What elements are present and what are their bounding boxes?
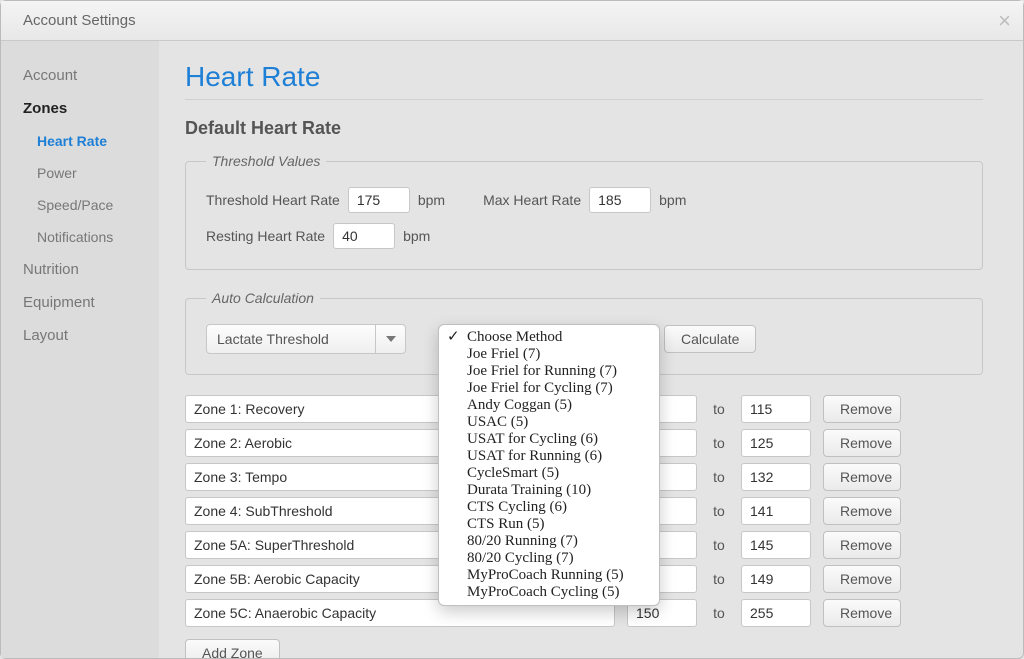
resting-hr-unit: bpm (403, 228, 430, 244)
method-option[interactable]: CTS Cycling (6) (439, 499, 659, 516)
sidebar-sub-power[interactable]: Power (1, 157, 159, 189)
method-option[interactable]: USAT for Cycling (6) (439, 431, 659, 448)
method-option[interactable]: Andy Coggan (5) (439, 397, 659, 414)
method-option[interactable]: USAC (5) (439, 414, 659, 431)
section-title: Default Heart Rate (185, 118, 983, 139)
sidebar-sub-speed-pace[interactable]: Speed/Pace (1, 189, 159, 221)
sidebar-item-nutrition[interactable]: Nutrition (1, 253, 159, 286)
threshold-legend: Threshold Values (206, 153, 326, 169)
sidebar: Account Zones Heart Rate Power Speed/Pac… (1, 41, 159, 658)
zone-to-label: to (709, 537, 729, 553)
method-option[interactable]: Joe Friel for Running (7) (439, 363, 659, 380)
main-layout: Account Zones Heart Rate Power Speed/Pac… (1, 41, 1023, 658)
method-option[interactable]: Durata Training (10) (439, 482, 659, 499)
content-area: Heart Rate Default Heart Rate Threshold … (159, 41, 1023, 658)
max-hr-label: Max Heart Rate (483, 192, 581, 208)
method-option[interactable]: 80/20 Running (7) (439, 533, 659, 550)
remove-zone-button[interactable]: Remove (823, 531, 901, 559)
threshold-hr-label: Threshold Heart Rate (206, 192, 340, 208)
sidebar-item-layout[interactable]: Layout (1, 319, 159, 352)
sidebar-item-zones[interactable]: Zones (1, 92, 159, 125)
zone-to-input[interactable] (741, 497, 811, 525)
method-option[interactable]: CycleSmart (5) (439, 465, 659, 482)
auto-calc-legend: Auto Calculation (206, 290, 320, 306)
page-title: Heart Rate (185, 61, 983, 100)
remove-zone-button[interactable]: Remove (823, 599, 901, 627)
close-icon[interactable]: × (998, 8, 1011, 34)
zone-to-input[interactable] (741, 429, 811, 457)
method-option[interactable]: Joe Friel for Cycling (7) (439, 380, 659, 397)
auto-calc-fieldset: Auto Calculation Lactate Threshold Calcu… (185, 290, 983, 375)
sidebar-sub-heart-rate[interactable]: Heart Rate (1, 125, 159, 157)
titlebar: Account Settings × (1, 1, 1023, 41)
calc-type-selected: Lactate Threshold (207, 331, 375, 347)
method-option[interactable]: CTS Run (5) (439, 516, 659, 533)
zone-to-label: to (709, 503, 729, 519)
zone-to-label: to (709, 469, 729, 485)
remove-zone-button[interactable]: Remove (823, 565, 901, 593)
method-option[interactable]: MyProCoach Running (5) (439, 567, 659, 584)
zone-to-input[interactable] (741, 599, 811, 627)
remove-zone-button[interactable]: Remove (823, 497, 901, 525)
zone-to-input[interactable] (741, 395, 811, 423)
remove-zone-button[interactable]: Remove (823, 395, 901, 423)
max-hr-unit: bpm (659, 192, 686, 208)
zone-to-input[interactable] (741, 565, 811, 593)
sidebar-item-account[interactable]: Account (1, 59, 159, 92)
zone-to-label: to (709, 435, 729, 451)
method-option[interactable]: Joe Friel (7) (439, 346, 659, 363)
remove-zone-button[interactable]: Remove (823, 463, 901, 491)
method-option[interactable]: Choose Method (439, 329, 659, 346)
method-option[interactable]: MyProCoach Cycling (5) (439, 584, 659, 601)
method-dropdown: Choose MethodJoe Friel (7)Joe Friel for … (438, 324, 660, 606)
remove-zone-button[interactable]: Remove (823, 429, 901, 457)
zone-to-input[interactable] (741, 463, 811, 491)
window-title: Account Settings (23, 12, 136, 29)
sidebar-sub-notifications[interactable]: Notifications (1, 221, 159, 253)
zone-to-label: to (709, 401, 729, 417)
threshold-hr-unit: bpm (418, 192, 445, 208)
threshold-hr-input[interactable] (348, 187, 410, 213)
resting-hr-label: Resting Heart Rate (206, 228, 325, 244)
chevron-down-icon (375, 325, 405, 353)
resting-hr-input[interactable] (333, 223, 395, 249)
max-hr-input[interactable] (589, 187, 651, 213)
sidebar-item-equipment[interactable]: Equipment (1, 286, 159, 319)
calc-type-select[interactable]: Lactate Threshold (206, 324, 406, 354)
zone-to-input[interactable] (741, 531, 811, 559)
method-option[interactable]: 80/20 Cycling (7) (439, 550, 659, 567)
zone-to-label: to (709, 605, 729, 621)
calculate-button[interactable]: Calculate (664, 325, 756, 353)
method-option[interactable]: USAT for Running (6) (439, 448, 659, 465)
threshold-fieldset: Threshold Values Threshold Heart Rate bp… (185, 153, 983, 270)
add-zone-button[interactable]: Add Zone (185, 639, 280, 658)
zone-to-label: to (709, 571, 729, 587)
